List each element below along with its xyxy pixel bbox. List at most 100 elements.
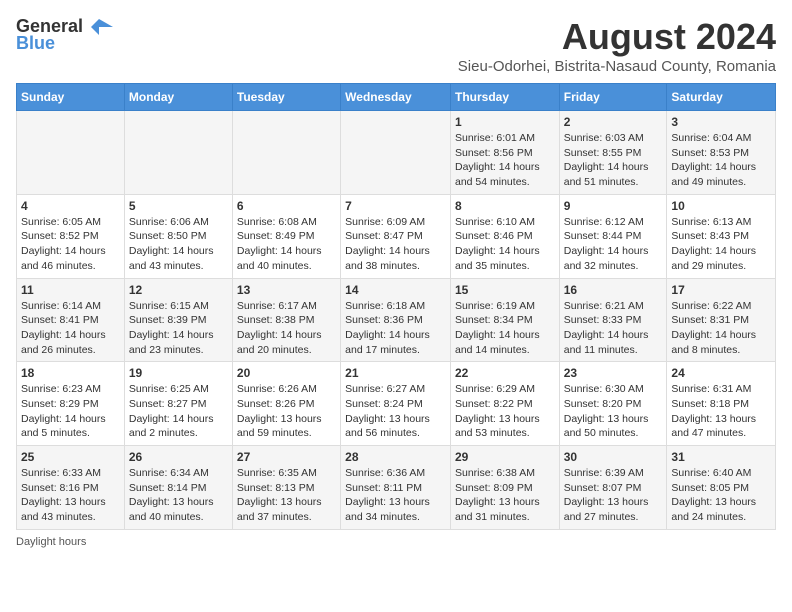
calendar-cell: 1Sunrise: 6:01 AMSunset: 8:56 PMDaylight… [450, 111, 559, 195]
day-info: Sunrise: 6:04 AMSunset: 8:53 PMDaylight:… [671, 131, 771, 190]
calendar-cell: 30 Sunrise: 6:39 AMSunset: 8:07 PMDayligh… [559, 446, 667, 530]
day-number: 30 [564, 450, 663, 464]
calendar-cell: 17Sunrise: 6:22 AMSunset: 8:31 PMDayligh… [667, 278, 776, 362]
day-info: Sunrise: 6:39 AMSunset: 8:07 PMDaylight:… [564, 466, 663, 525]
day-number: 28 [345, 450, 446, 464]
day-number: 15 [455, 283, 555, 297]
day-number: 27 [237, 450, 336, 464]
day-number: 10 [671, 199, 771, 213]
logo: General Blue [16, 16, 113, 54]
calendar-cell: 26 Sunrise: 6:34 AMSunset: 8:14 PMDayligh… [124, 446, 232, 530]
calendar-cell: 12 Sunrise: 6:15 AMSunset: 8:39 PMDayligh… [124, 278, 232, 362]
calendar-cell: 28 Sunrise: 6:36 AMSunset: 8:11 PMDayligh… [341, 446, 451, 530]
day-info: Sunrise: 6:38 AMSunset: 8:09 PMDaylight:… [455, 466, 555, 525]
day-info: Sunrise: 6:34 AMSunset: 8:14 PMDaylight:… [129, 466, 228, 525]
day-info: Sunrise: 6:33 AMSunset: 8:16 PMDaylight:… [21, 466, 120, 525]
page-subtitle: Sieu-Odorhei, Bistrita-Nasaud County, Ro… [458, 58, 776, 75]
day-info: Sunrise: 6:08 AMSunset: 8:49 PMDaylight:… [237, 215, 336, 274]
day-number: 29 [455, 450, 555, 464]
day-info: Sunrise: 6:35 AMSunset: 8:13 PMDaylight:… [237, 466, 336, 525]
day-number: 18 [21, 366, 120, 380]
calendar-cell: 6Sunrise: 6:08 AMSunset: 8:49 PMDaylight… [232, 194, 340, 278]
title-area: August 2024 Sieu-Odorhei, Bistrita-Nasau… [458, 16, 776, 75]
calendar-cell [17, 111, 125, 195]
day-info: Sunrise: 6:29 AMSunset: 8:22 PMDaylight:… [455, 382, 555, 441]
calendar-cell [124, 111, 232, 195]
day-number: 5 [129, 199, 228, 213]
calendar-week-row: 18 Sunrise: 6:23 AMSunset: 8:29 PMDayligh… [17, 362, 776, 446]
calendar-cell: 20Sunrise: 6:26 AMSunset: 8:26 PMDayligh… [232, 362, 340, 446]
calendar-cell: 11 Sunrise: 6:14 AMSunset: 8:41 PMDayligh… [17, 278, 125, 362]
day-number: 1 [455, 115, 555, 129]
day-number: 21 [345, 366, 446, 380]
day-info: Sunrise: 6:15 AMSunset: 8:39 PMDaylight:… [129, 299, 228, 358]
header-area: General Blue August 2024 Sieu-Odorhei, B… [16, 16, 776, 75]
day-info: Sunrise: 6:19 AMSunset: 8:34 PMDaylight:… [455, 299, 555, 358]
day-number: 7 [345, 199, 446, 213]
calendar-cell: 24Sunrise: 6:31 AMSunset: 8:18 PMDayligh… [667, 362, 776, 446]
calendar-header-row: SundayMondayTuesdayWednesdayThursdayFrid… [17, 84, 776, 111]
logo-bird-icon [85, 17, 113, 37]
day-number: 4 [21, 199, 120, 213]
calendar-cell: 18 Sunrise: 6:23 AMSunset: 8:29 PMDayligh… [17, 362, 125, 446]
day-info: Sunrise: 6:36 AMSunset: 8:11 PMDaylight:… [345, 466, 446, 525]
calendar-cell: 25Sunrise: 6:33 AMSunset: 8:16 PMDayligh… [17, 446, 125, 530]
day-info: Sunrise: 6:14 AMSunset: 8:41 PMDaylight:… [21, 299, 120, 358]
calendar-cell: 9 Sunrise: 6:12 AMSunset: 8:44 PMDaylight… [559, 194, 667, 278]
calendar-day-header: Thursday [450, 84, 559, 111]
day-info: Sunrise: 6:06 AMSunset: 8:50 PMDaylight:… [129, 215, 228, 274]
calendar-week-row: 11 Sunrise: 6:14 AMSunset: 8:41 PMDayligh… [17, 278, 776, 362]
calendar-cell: 23 Sunrise: 6:30 AMSunset: 8:20 PMDayligh… [559, 362, 667, 446]
day-number: 26 [129, 450, 228, 464]
day-info: Sunrise: 6:03 AMSunset: 8:55 PMDaylight:… [564, 131, 663, 190]
day-info: Sunrise: 6:23 AMSunset: 8:29 PMDaylight:… [21, 382, 120, 441]
calendar-cell: 31Sunrise: 6:40 AMSunset: 8:05 PMDayligh… [667, 446, 776, 530]
calendar-cell: 13 Sunrise: 6:17 AMSunset: 8:38 PMDayligh… [232, 278, 340, 362]
day-number: 9 [564, 199, 663, 213]
calendar-cell: 16 Sunrise: 6:21 AMSunset: 8:33 PMDayligh… [559, 278, 667, 362]
day-info: Sunrise: 6:22 AMSunset: 8:31 PMDaylight:… [671, 299, 771, 358]
day-number: 2 [564, 115, 663, 129]
day-info: Sunrise: 6:25 AMSunset: 8:27 PMDaylight:… [129, 382, 228, 441]
day-number: 3 [671, 115, 771, 129]
calendar-cell: 4 Sunrise: 6:05 AMSunset: 8:52 PMDaylight… [17, 194, 125, 278]
calendar-cell: 2 Sunrise: 6:03 AMSunset: 8:55 PMDaylight… [559, 111, 667, 195]
day-info: Sunrise: 6:17 AMSunset: 8:38 PMDaylight:… [237, 299, 336, 358]
calendar-cell: 3 Sunrise: 6:04 AMSunset: 8:53 PMDaylight… [667, 111, 776, 195]
calendar-cell: 29 Sunrise: 6:38 AMSunset: 8:09 PMDayligh… [450, 446, 559, 530]
calendar-cell: 14Sunrise: 6:18 AMSunset: 8:36 PMDayligh… [341, 278, 451, 362]
calendar-day-header: Saturday [667, 84, 776, 111]
calendar-cell: 5 Sunrise: 6:06 AMSunset: 8:50 PMDaylight… [124, 194, 232, 278]
day-number: 23 [564, 366, 663, 380]
day-info: Sunrise: 6:12 AMSunset: 8:44 PMDaylight:… [564, 215, 663, 274]
day-number: 13 [237, 283, 336, 297]
day-number: 11 [21, 283, 120, 297]
calendar-cell: 7 Sunrise: 6:09 AMSunset: 8:47 PMDaylight… [341, 194, 451, 278]
calendar-day-header: Friday [559, 84, 667, 111]
day-number: 8 [455, 199, 555, 213]
calendar-cell: 19 Sunrise: 6:25 AMSunset: 8:27 PMDayligh… [124, 362, 232, 446]
day-info: Sunrise: 6:05 AMSunset: 8:52 PMDaylight:… [21, 215, 120, 274]
day-info: Sunrise: 6:30 AMSunset: 8:20 PMDaylight:… [564, 382, 663, 441]
day-number: 22 [455, 366, 555, 380]
day-info: Sunrise: 6:40 AMSunset: 8:05 PMDaylight:… [671, 466, 771, 525]
day-number: 16 [564, 283, 663, 297]
day-info: Sunrise: 6:31 AMSunset: 8:18 PMDaylight:… [671, 382, 771, 441]
day-info: Sunrise: 6:09 AMSunset: 8:47 PMDaylight:… [345, 215, 446, 274]
calendar-cell [232, 111, 340, 195]
calendar-day-header: Wednesday [341, 84, 451, 111]
day-number: 19 [129, 366, 228, 380]
calendar-day-header: Tuesday [232, 84, 340, 111]
calendar-cell: 8 Sunrise: 6:10 AMSunset: 8:46 PMDaylight… [450, 194, 559, 278]
day-number: 12 [129, 283, 228, 297]
day-info: Sunrise: 6:10 AMSunset: 8:46 PMDaylight:… [455, 215, 555, 274]
day-info: Sunrise: 6:27 AMSunset: 8:24 PMDaylight:… [345, 382, 446, 441]
calendar-table: SundayMondayTuesdayWednesdayThursdayFrid… [16, 83, 776, 530]
day-info: Sunrise: 6:13 AMSunset: 8:43 PMDaylight:… [671, 215, 771, 274]
calendar-cell: 10 Sunrise: 6:13 AMSunset: 8:43 PMDayligh… [667, 194, 776, 278]
calendar-week-row: 1Sunrise: 6:01 AMSunset: 8:56 PMDaylight… [17, 111, 776, 195]
calendar-day-header: Sunday [17, 84, 125, 111]
calendar-cell: 21 Sunrise: 6:27 AMSunset: 8:24 PMDayligh… [341, 362, 451, 446]
day-info: Sunrise: 6:21 AMSunset: 8:33 PMDaylight:… [564, 299, 663, 358]
day-info: Sunrise: 6:18 AMSunset: 8:36 PMDaylight:… [345, 299, 446, 358]
